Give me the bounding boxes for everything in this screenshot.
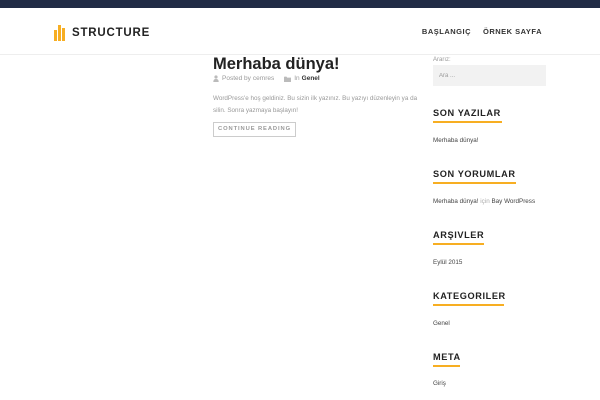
recent-comment-connector: için [480,198,490,205]
widget-title-recent-posts: SON YAZILAR [433,108,501,118]
recent-post-link[interactable]: Merhaba dünya! [433,137,479,144]
logo-text: STRUCTURE [72,27,151,39]
continue-reading-button[interactable]: CONTINUE READING [213,122,296,137]
widget-title-categories: KATEGORILER [433,291,506,301]
widget-title-archives: ARŞIVLER [433,230,485,240]
post-title[interactable]: Merhaba dünya! [213,54,340,74]
recent-comment: Merhaba dünya! için Bay WordPress [433,198,535,205]
logo-bars-icon [54,25,65,41]
widget-underline [433,304,504,306]
nav-item-sample-page[interactable]: ÖRNEK SAYFA [483,27,542,36]
posted-by-label: Posted by [222,75,251,82]
main-nav: BAŞLANGIÇ ÖRNEK SAYFA [422,27,542,36]
widget-underline [433,365,460,367]
archive-link[interactable]: Eylül 2015 [433,259,462,266]
post-author[interactable]: cemres [253,75,274,82]
post-meta: Posted by cemres In Genel [213,75,320,82]
recent-comment-author-link[interactable]: Bay WordPress [491,198,535,205]
post-category[interactable]: Genel [302,75,320,82]
in-label: In [294,75,300,82]
folder-icon [284,76,292,82]
top-bar [0,0,600,8]
search-input[interactable] [433,65,546,86]
widget-title-recent-comments: SON YORUMLAR [433,169,516,179]
post-excerpt: WordPress'e hoş geldiniz. Bu sizin ilk y… [213,95,418,114]
widget-underline [433,121,502,123]
widget-underline [433,243,484,245]
widget-title-meta: META [433,352,461,362]
user-icon [213,75,219,82]
recent-comment-post-link[interactable]: Merhaba dünya! [433,198,479,205]
site-header: STRUCTURE BAŞLANGIÇ ÖRNEK SAYFA [0,8,600,55]
widget-underline [433,182,516,184]
search-label: Ararız: [433,57,451,63]
login-link[interactable]: Giriş [433,380,446,387]
site-logo[interactable]: STRUCTURE [54,25,150,41]
category-link[interactable]: Genel [433,320,450,327]
nav-item-home[interactable]: BAŞLANGIÇ [422,27,471,36]
